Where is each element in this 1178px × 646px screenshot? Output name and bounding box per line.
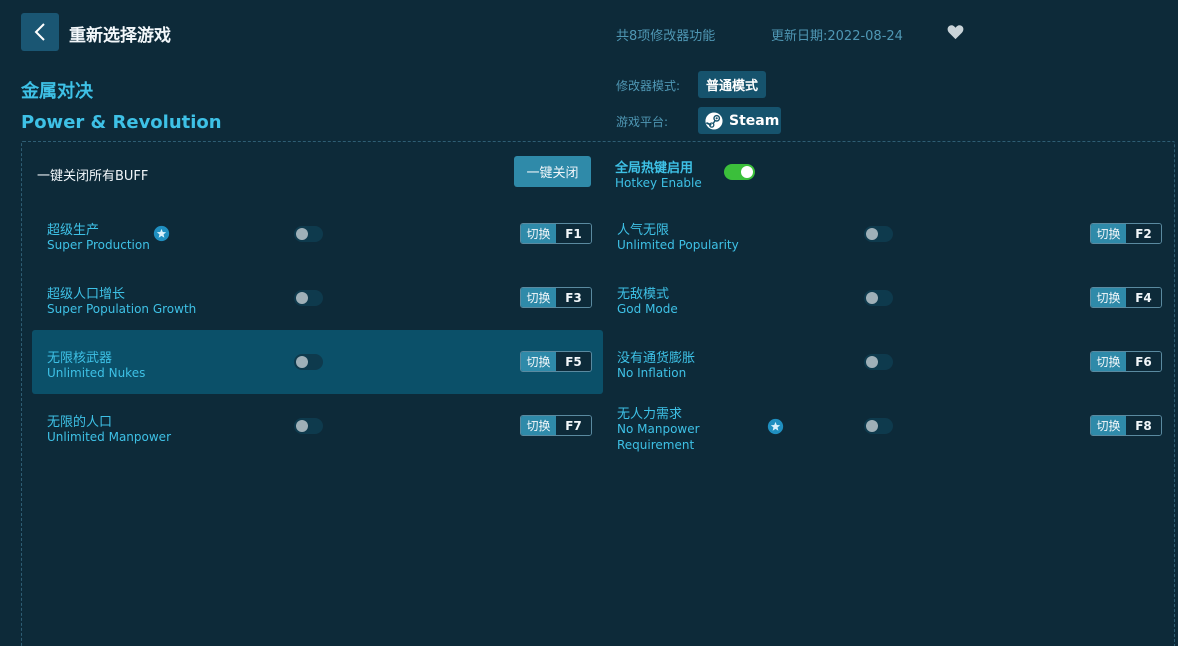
cheat-name-cn: 无限的人口 xyxy=(47,415,113,430)
platform-label: 游戏平台: xyxy=(616,115,669,129)
hotkey-action: 切换 xyxy=(521,352,556,371)
update-date: 更新日期:2022-08-24 xyxy=(771,29,903,44)
game-title-cn: 金属对决 xyxy=(21,81,93,102)
game-title-en: Power & Revolution xyxy=(21,112,222,133)
cheat-name-cn: 超级人口增长 xyxy=(47,287,126,302)
cheat-name-en: No Inflation xyxy=(617,366,687,380)
hotkey-action: 切换 xyxy=(521,288,556,307)
cheat-name-cn: 人气无限 xyxy=(617,223,670,238)
cheat-name-en: Super Production xyxy=(47,238,150,252)
cheat-toggle[interactable] xyxy=(294,354,323,370)
hotkey-action: 切换 xyxy=(521,224,556,243)
cheat-name-en: No Manpower Requirement xyxy=(617,422,700,452)
chevron-left-icon xyxy=(34,23,45,41)
star-icon xyxy=(153,225,170,242)
hotkey-button[interactable]: 切换 F3 xyxy=(520,287,592,308)
cheat-toggle[interactable] xyxy=(294,418,323,434)
mode-button[interactable]: 普通模式 xyxy=(698,71,767,98)
toggle-knob xyxy=(741,166,753,178)
hotkey-button[interactable]: 切换 F8 xyxy=(1090,415,1162,436)
heart-icon[interactable] xyxy=(947,24,964,40)
hotkey-enable-toggle[interactable] xyxy=(724,164,755,180)
cheat-name-en: Unlimited Nukes xyxy=(47,366,146,380)
cheat-name-cn: 超级生产 xyxy=(47,223,100,238)
toggle-knob xyxy=(866,292,878,304)
cheat-toggle[interactable] xyxy=(864,226,893,242)
hotkey-key: F2 xyxy=(1126,224,1161,243)
hotkey-button[interactable]: 切换 F4 xyxy=(1090,287,1162,308)
mode-label: 修改器模式: xyxy=(616,79,681,93)
hotkey-button[interactable]: 切换 F7 xyxy=(520,415,592,436)
star-icon xyxy=(767,418,784,435)
cheat-name-cn: 没有通货膨胀 xyxy=(617,351,696,366)
toggle-knob xyxy=(296,420,308,432)
hotkey-key: F7 xyxy=(556,416,591,435)
cheat-name-en: Unlimited Manpower xyxy=(47,430,172,444)
toggle-knob xyxy=(296,228,308,240)
hotkey-action: 切换 xyxy=(1091,288,1126,307)
cheat-name-en: God Mode xyxy=(617,302,678,316)
hotkey-label-cn: 全局热键启用 xyxy=(615,161,694,176)
steam-icon xyxy=(705,111,723,130)
feature-count: 共8项修改器功能 xyxy=(616,29,716,44)
hotkey-button[interactable]: 切换 F1 xyxy=(520,223,592,244)
platform-label-value: Steam xyxy=(729,112,780,129)
toggle-knob xyxy=(296,356,308,368)
toggle-knob xyxy=(866,420,878,432)
hotkey-key: F6 xyxy=(1126,352,1161,371)
hotkey-button[interactable]: 切换 F2 xyxy=(1090,223,1162,244)
hotkey-label-en: Hotkey Enable xyxy=(615,176,702,190)
hotkey-action: 切换 xyxy=(1091,416,1126,435)
toggle-knob xyxy=(866,356,878,368)
cheat-toggle[interactable] xyxy=(294,226,323,242)
toggle-knob xyxy=(296,292,308,304)
hotkey-key: F3 xyxy=(556,288,591,307)
cheat-name-en: Unlimited Popularity xyxy=(617,238,739,252)
cheat-toggle[interactable] xyxy=(864,418,893,434)
hotkey-action: 切换 xyxy=(521,416,556,435)
cheat-toggle[interactable] xyxy=(864,354,893,370)
close-all-button[interactable]: 一键关闭 xyxy=(514,156,591,187)
cheat-name-cn: 无人力需求 xyxy=(617,407,683,422)
cheat-name-en: Super Population Growth xyxy=(47,302,197,316)
cheat-toggle[interactable] xyxy=(294,290,323,306)
hotkey-key: F1 xyxy=(556,224,591,243)
cheat-toggle[interactable] xyxy=(864,290,893,306)
toggle-knob xyxy=(866,228,878,240)
all-buff-label: 一键关闭所有BUFF xyxy=(37,169,149,184)
hotkey-key: F8 xyxy=(1126,416,1161,435)
hotkey-button[interactable]: 切换 F6 xyxy=(1090,351,1162,372)
cheat-name-cn: 无限核武器 xyxy=(47,351,113,366)
hotkey-key: F4 xyxy=(1126,288,1161,307)
platform-button[interactable]: Steam xyxy=(698,107,781,134)
hotkey-button[interactable]: 切换 F5 xyxy=(520,351,592,372)
back-button[interactable] xyxy=(21,13,59,51)
hotkey-action: 切换 xyxy=(1091,352,1126,371)
cheat-name-cn: 无敌模式 xyxy=(617,287,670,302)
hotkey-action: 切换 xyxy=(1091,224,1126,243)
page-title: 重新选择游戏 xyxy=(69,26,171,46)
hotkey-key: F5 xyxy=(556,352,591,371)
